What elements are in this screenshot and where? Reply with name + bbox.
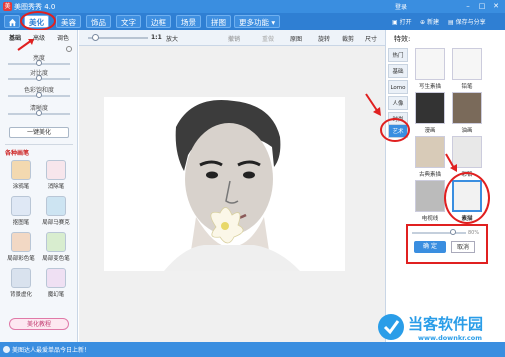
tool-label: 背景虚化 [9,292,32,298]
tool-label: 局部彩色笔 [7,256,35,262]
effect-thumb-sketch[interactable] [415,48,445,80]
left-tab-color[interactable]: 调色 [54,34,72,44]
tool-doodle-pen[interactable]: 涂鸦笔 [6,160,36,194]
watermark-url: www.downkr.com [418,334,482,342]
color-pen-icon [11,232,31,252]
cutout-pen-icon [11,196,31,216]
tab-text[interactable]: 文字 [116,15,141,28]
tool-magic-pen[interactable]: 魔幻笔 [41,268,71,302]
effect-label: 油画 [461,128,473,134]
original-button[interactable]: 原图 [290,34,302,43]
effect-thumb-oil[interactable] [452,92,482,124]
saturation-knob[interactable] [36,92,42,98]
login-link[interactable]: 登录 [395,2,407,11]
tool-label: 局部变色笔 [42,256,70,262]
doodle-pen-icon [11,160,31,180]
redo-button[interactable]: 重做 [262,34,274,43]
zoom-knob[interactable] [92,34,99,41]
brush-section-title: 各种画笔 [5,150,30,157]
tool-color-pen[interactable]: 局部彩色笔 [6,232,36,266]
effect-label: 铅笔 [461,84,473,90]
effect-label: 电视线 [421,216,439,222]
background-blur-icon [11,268,31,288]
speaker-icon [3,346,10,353]
effects-title: 特效: [394,35,411,43]
rotate-button[interactable]: 旋转 [318,34,330,43]
zoom-ratio-button[interactable]: 1:1 [151,34,162,41]
tool-label: 魔幻笔 [47,292,65,298]
tool-mosaic[interactable]: 局部马赛克 [41,196,71,230]
highlight-box-confirm [406,224,488,264]
save-share-button[interactable]: ▤ 保存与分享 [448,17,486,26]
mosaic-icon [46,196,66,216]
watermark-logo-icon [378,314,404,340]
undo-button[interactable]: 撤销 [228,34,240,43]
tab-collage[interactable]: 拼图 [206,15,231,28]
maximize-button[interactable]: □ [476,2,488,11]
one-click-beautify-button[interactable]: 一键美化 [9,127,69,138]
zoom-in-button[interactable]: 放大 [166,34,178,43]
open-button[interactable]: ▣ 打开 [392,17,412,26]
tab-more[interactable]: 更多功能 ▾ [234,15,281,28]
effect-thumb-tv-lines[interactable] [415,180,445,212]
red-arrow-icon [17,39,34,51]
red-arrow-icon [365,93,381,116]
tab-scene[interactable]: 场景 [176,15,201,28]
new-button[interactable]: ⊕ 新建 [420,17,439,26]
red-arrow-icon [445,153,457,172]
tool-cutout-pen[interactable]: 抠图笔 [6,196,36,230]
sharpness-knob[interactable] [36,110,42,116]
photo-sketch-effect[interactable] [104,97,345,271]
effect-thumb-classic-sketch[interactable] [415,136,445,168]
highlight-ring-art [380,118,410,142]
effect-thumb-pencil[interactable] [452,48,482,80]
brightness-knob[interactable] [36,60,42,66]
watermark-text: 当客软件园 [408,315,484,333]
category-basic[interactable]: 基础 [388,64,408,78]
effect-thumb-comic[interactable] [415,92,445,124]
highlight-ring-tab [20,11,56,31]
tutorial-label: 美化教程 [26,321,51,328]
effect-label: 写生素描 [418,84,441,90]
crop-button[interactable]: 裁剪 [342,34,354,43]
effect-label: 漫画 [424,128,436,134]
tool-recolor-pen[interactable]: 局部变色笔 [41,232,71,266]
recolor-pen-icon [46,232,66,252]
tool-label: 抠图笔 [12,220,30,226]
resize-button[interactable]: 尺寸 [365,34,377,43]
help-icon[interactable] [66,46,72,52]
tab-border[interactable]: 边框 [146,15,171,28]
category-hot[interactable]: 热门 [388,48,408,62]
tutorial-button[interactable]: 美化教程 [9,318,69,330]
highlight-ring-effect [444,172,490,224]
open-label: 打开 [399,19,412,26]
app-logo-icon: 美 [3,2,12,11]
category-portrait[interactable]: 人像 [388,96,408,110]
eraser-pen-icon [46,160,66,180]
tool-eraser-pen[interactable]: 消除笔 [41,160,71,194]
one-click-label: 一键美化 [26,129,51,136]
tab-face[interactable]: 美容 [56,15,81,28]
new-label: 新建 [426,19,439,26]
status-message[interactable]: 美图达人最爱单品今日上新！ [12,345,90,354]
tool-label: 涂鸦笔 [12,184,30,190]
magic-pen-icon [46,268,66,288]
tool-background-blur[interactable]: 背景虚化 [6,268,36,302]
tool-label: 局部马赛克 [42,220,70,226]
home-icon [8,18,16,27]
save-share-label: 保存与分享 [455,19,486,26]
home-tab[interactable] [4,15,20,28]
title-bar [0,0,505,13]
minimize-button[interactable]: – [462,2,474,11]
contrast-knob[interactable] [36,75,42,81]
category-lomo[interactable]: Lomo [388,80,408,94]
tool-label: 消除笔 [47,184,65,190]
close-button[interactable]: ✕ [490,2,502,11]
tab-accessories[interactable]: 饰品 [86,15,111,28]
divider [5,144,73,145]
